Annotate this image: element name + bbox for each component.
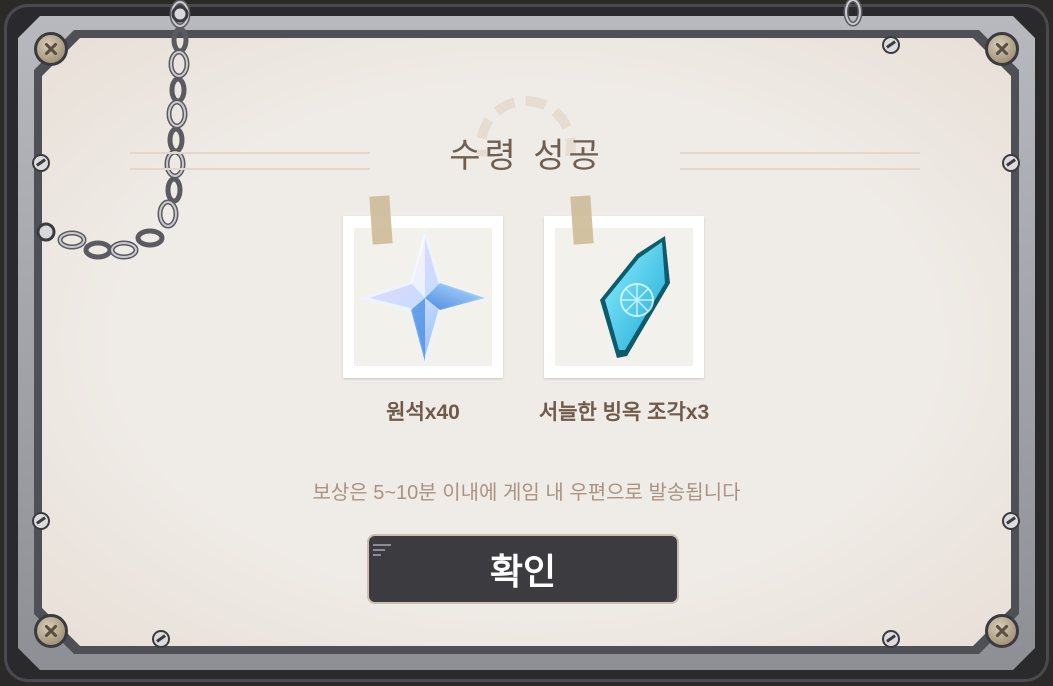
corner-bolt-icon xyxy=(34,614,68,648)
screw-icon xyxy=(32,512,50,530)
button-corner-decoration xyxy=(373,544,399,556)
tape-decoration xyxy=(369,195,393,245)
reward-card-inner xyxy=(555,228,693,366)
reward-label: 서늘한 빙옥 조각x3 xyxy=(538,401,710,424)
chain-decoration-icon xyxy=(843,0,863,27)
confirm-button[interactable]: 확인 xyxy=(367,534,679,604)
reward-label: 원석x40 xyxy=(386,401,460,424)
reward-card xyxy=(544,195,704,378)
confirm-button-label: 확인 xyxy=(489,551,557,592)
corner-bolt-icon xyxy=(985,614,1019,648)
screw-icon xyxy=(882,630,900,648)
screw-icon xyxy=(152,630,170,648)
cryo-gem-fragment-icon xyxy=(600,236,670,358)
delivery-note: 보상은 5~10분 이내에 게임 내 우편으로 발송됩니다 xyxy=(312,482,741,504)
primogem-icon xyxy=(358,227,491,368)
screw-icon xyxy=(1002,512,1020,530)
reward-card xyxy=(343,195,503,378)
screw-icon xyxy=(882,36,900,54)
reward-card-inner xyxy=(354,227,492,368)
tape-decoration xyxy=(570,195,594,245)
corner-bolt-icon xyxy=(985,32,1019,66)
dialog-title: 수령 성공 xyxy=(449,137,604,175)
